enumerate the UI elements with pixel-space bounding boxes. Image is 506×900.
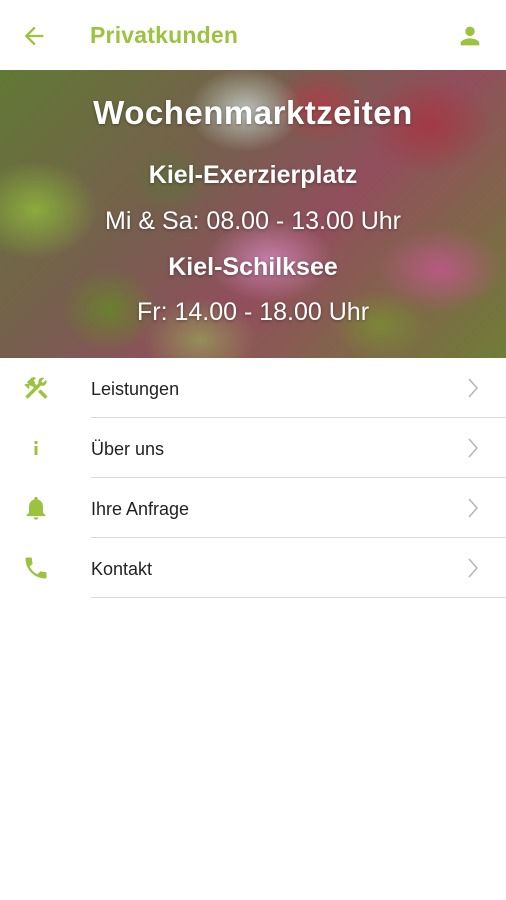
menu-item-label: Leistungen xyxy=(91,379,180,399)
chevron-right-icon xyxy=(466,377,480,399)
profile-button[interactable] xyxy=(456,22,484,50)
menu-item-ihre-anfrage[interactable]: Ihre Anfrage xyxy=(0,478,506,538)
app-screen: Privatkunden Wochenmarktzeiten Kiel-Exer… xyxy=(0,0,506,900)
market-time-1: Mi & Sa: 08.00 - 13.00 Uhr xyxy=(105,207,401,235)
page-title: Privatkunden xyxy=(90,22,239,48)
menu-item-leistungen[interactable]: Leistungen xyxy=(0,358,506,418)
banner-title: Wochenmarktzeiten xyxy=(93,94,413,131)
chevron-right-icon xyxy=(466,557,480,579)
menu-item-label: Kontakt xyxy=(91,559,153,579)
menu-item-label: Ihre Anfrage xyxy=(91,499,190,519)
menu-item-kontakt[interactable]: Kontakt xyxy=(0,538,506,598)
divider xyxy=(91,597,506,598)
menu-item-label: Über uns xyxy=(91,439,165,459)
person-icon xyxy=(460,26,480,46)
chevron-right-icon xyxy=(466,437,480,459)
phone-icon xyxy=(22,554,50,582)
info-icon xyxy=(22,434,50,462)
market-location-1: Kiel-Exerzierplatz xyxy=(148,161,358,189)
tools-icon xyxy=(22,374,50,402)
market-time-2: Fr: 14.00 - 18.00 Uhr xyxy=(136,298,370,326)
chevron-right-icon xyxy=(466,497,480,519)
top-app-bar: Privatkunden xyxy=(0,0,506,71)
main-menu-list: Leistungen Über uns Ihre Anfrage Kontakt xyxy=(0,358,506,598)
menu-item-ueber-uns[interactable]: Über uns xyxy=(0,418,506,478)
banner-content: Wochenmarktzeiten Kiel-Exerzierplatz Mi … xyxy=(0,70,506,358)
bell-icon xyxy=(22,494,50,522)
back-button[interactable] xyxy=(20,22,48,50)
market-location-2: Kiel-Schilksee xyxy=(168,253,338,281)
market-times-banner: Wochenmarktzeiten Kiel-Exerzierplatz Mi … xyxy=(0,70,506,358)
arrow-left-icon xyxy=(24,26,44,46)
